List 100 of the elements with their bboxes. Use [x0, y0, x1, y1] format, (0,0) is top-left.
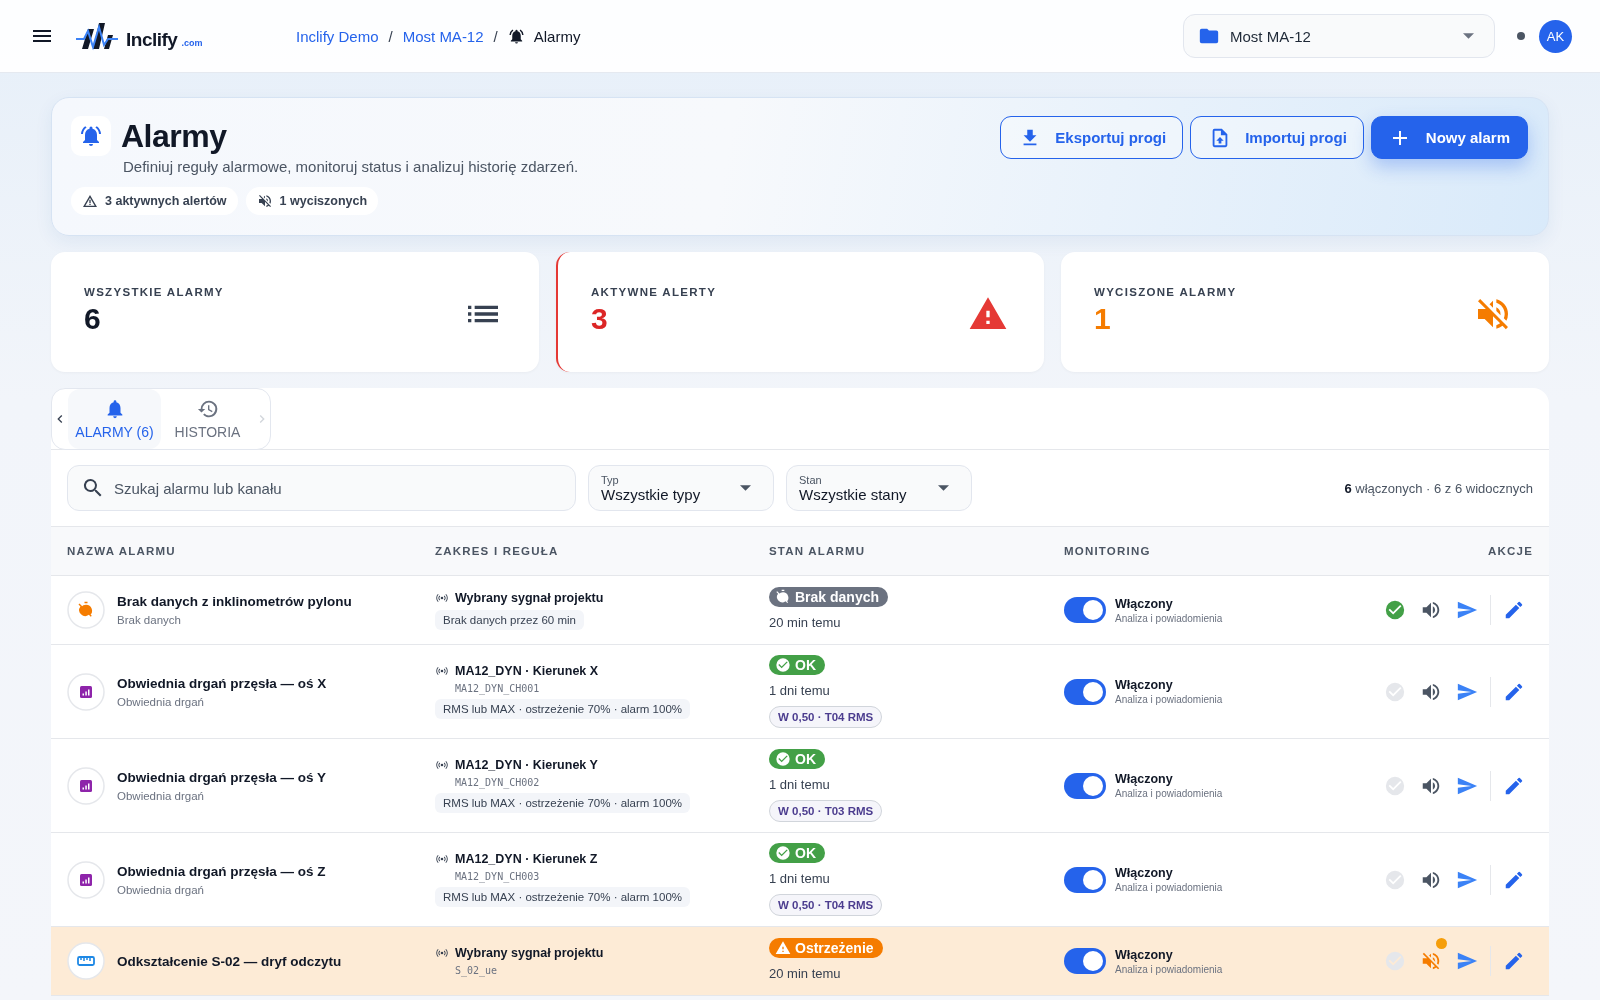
logo-suffix: .com [181, 38, 203, 48]
column-header: MONITORING [1064, 545, 1152, 557]
send-icon [1456, 950, 1478, 972]
caret-icon [1463, 33, 1474, 39]
tab[interactable]: HISTORIA [161, 389, 254, 449]
logo-text: Inclify [126, 29, 178, 51]
threshold-tag: W 0,50 · T04 RMS [769, 894, 883, 916]
rule-tag: RMS lub MAX · ostrzeżenie 70% · alarm 100% [435, 699, 691, 719]
filter-select[interactable]: Stan Wszystkie stany [786, 465, 972, 511]
column-header: NAZWA ALARMU [67, 545, 177, 557]
monitoring-description: Analiza i powiadomienia [1115, 694, 1223, 705]
summary-text: 6 włączonych · 6 z 6 widocznych [1344, 480, 1533, 496]
status-time: 1 dni temu [769, 683, 830, 698]
search-field[interactable]: Szukaj alarmu lub kanału [67, 465, 576, 511]
warning-icon [775, 940, 791, 956]
toggle-switch[interactable] [1064, 948, 1106, 974]
history-icon [196, 398, 219, 420]
edit-icon [1503, 599, 1525, 621]
status-badge: OK [769, 655, 825, 675]
monitoring-description: Analiza i powiadomienia [1115, 963, 1223, 975]
alarm-name: Odkształcenie S-02 — dryf odczytu [117, 953, 342, 969]
caret-icon [740, 485, 751, 491]
bar-chart-icon [67, 766, 105, 805]
filter-select[interactable]: Typ Wszystkie typy [588, 465, 774, 511]
ruler-icon [67, 942, 105, 980]
timer-off-icon [67, 591, 105, 629]
breadcrumb-link[interactable]: Most MA-12 [402, 27, 484, 45]
new-button[interactable]: Nowy alarm [1370, 116, 1528, 159]
export-button[interactable]: Eksportuj progi [1000, 116, 1184, 159]
monitoring-label: Włączony [1115, 947, 1174, 962]
channel-code: S_02_ue [455, 965, 498, 976]
rule-tag: RMS lub MAX · ostrzeżenie 70% · alarm 100% [435, 793, 691, 813]
monitoring-label: Włączony [1115, 772, 1174, 786]
stat-value: 3 [591, 302, 609, 336]
status-badge: Brak danych [769, 587, 889, 607]
toggle-switch[interactable] [1064, 772, 1106, 799]
signal-name: MA12_DYN · Kierunek Y [455, 758, 598, 772]
import-button[interactable]: Importuj progi [1190, 116, 1364, 159]
column-header: AKCJE [1487, 545, 1533, 557]
rule-tag: Brak danych przez 60 min [435, 609, 584, 630]
monitoring-label: Włączony [1115, 596, 1174, 611]
alarm-name: Obwiednia drgań przęsła — oś X [117, 675, 327, 691]
threshold-tag: W 0,50 · T04 RMS [769, 706, 883, 728]
status-badge: OK [769, 843, 825, 863]
mute-icon [1420, 950, 1442, 972]
send-button[interactable] [1456, 950, 1478, 972]
status-badge: OK [769, 749, 825, 769]
edit-icon [1503, 950, 1525, 972]
alarm-type: Obwiednia drgań [117, 789, 205, 802]
monitoring-label: Włączony [1115, 866, 1174, 880]
status-time: 20 min temu [769, 615, 841, 630]
monitoring-label: Włączony [1115, 678, 1174, 692]
threshold-tag: W 0,50 · T03 RMS [769, 800, 883, 822]
notification-dot [1436, 938, 1447, 949]
alarm-type: Brak danych [117, 614, 182, 626]
warning-icon [82, 193, 98, 209]
status-time: 1 dni temu [769, 871, 830, 886]
volume-icon [1420, 599, 1442, 621]
stat-label: WYCISZONE ALARMY [1094, 286, 1237, 298]
column-header: ZAKRES I REGUŁA [435, 545, 560, 557]
channel-code: MA12_DYN_CH001 [455, 683, 540, 694]
toggle-switch[interactable] [1064, 678, 1106, 705]
edit-button[interactable] [1503, 599, 1525, 621]
status-dot [1517, 32, 1525, 40]
toggle-switch[interactable] [1064, 866, 1106, 893]
mute-icon [256, 193, 273, 209]
signal-name: MA12_DYN · Kierunek X [455, 664, 599, 678]
bar-chart-icon [67, 860, 105, 899]
mute-button[interactable] [1420, 599, 1442, 621]
page-title: Alarmy [121, 117, 227, 155]
bell-icon [507, 27, 525, 45]
status-chip: 1 wyciszonych [245, 187, 379, 215]
alarm-name: Obwiednia drgań przęsła — oś Z [117, 863, 326, 879]
stat-value: 1 [1094, 302, 1112, 336]
breadcrumb-link[interactable]: Inclify Demo [296, 27, 379, 45]
breadcrumb-current: Alarmy [533, 27, 581, 45]
column-header: STAN ALARMU [769, 545, 867, 557]
alarm-name: Brak danych z inklinometrów pylonu [117, 594, 352, 609]
channel-code: MA12_DYN_CH002 [455, 777, 540, 788]
caret-icon [938, 485, 949, 491]
send-button[interactable] [1456, 599, 1478, 621]
signal-name: MA12_DYN · Kierunek Z [455, 852, 598, 866]
breadcrumb-separator: / [388, 27, 393, 45]
acknowledge-button[interactable] [1384, 599, 1406, 621]
user-avatar[interactable]: AK [1539, 19, 1572, 53]
monitoring-description: Analiza i powiadomienia [1115, 882, 1223, 893]
edit-button[interactable] [1503, 950, 1525, 972]
signal-name: Wybrany sygnał projektu [455, 590, 604, 605]
project-select[interactable]: Most MA-12 [1183, 14, 1495, 58]
timer-off-icon [775, 589, 791, 605]
send-icon [1456, 599, 1478, 621]
monitoring-description: Analiza i powiadomienia [1115, 612, 1223, 624]
toggle-switch[interactable] [1064, 597, 1106, 623]
page-description: Definiuj reguły alarmowe, monitoruj status i analizuj historię zdarzeń. [123, 158, 580, 175]
tab[interactable]: ALARMY (6) [68, 389, 161, 449]
monitoring-description: Analiza i powiadomienia [1115, 788, 1223, 799]
alarm-type: Obwiednia drgań [117, 883, 205, 896]
stat-label: AKTYWNE ALERTY [591, 286, 717, 298]
bar-chart-icon [67, 672, 105, 711]
stat-label: WSZYSTKIE ALARMY [84, 286, 224, 298]
